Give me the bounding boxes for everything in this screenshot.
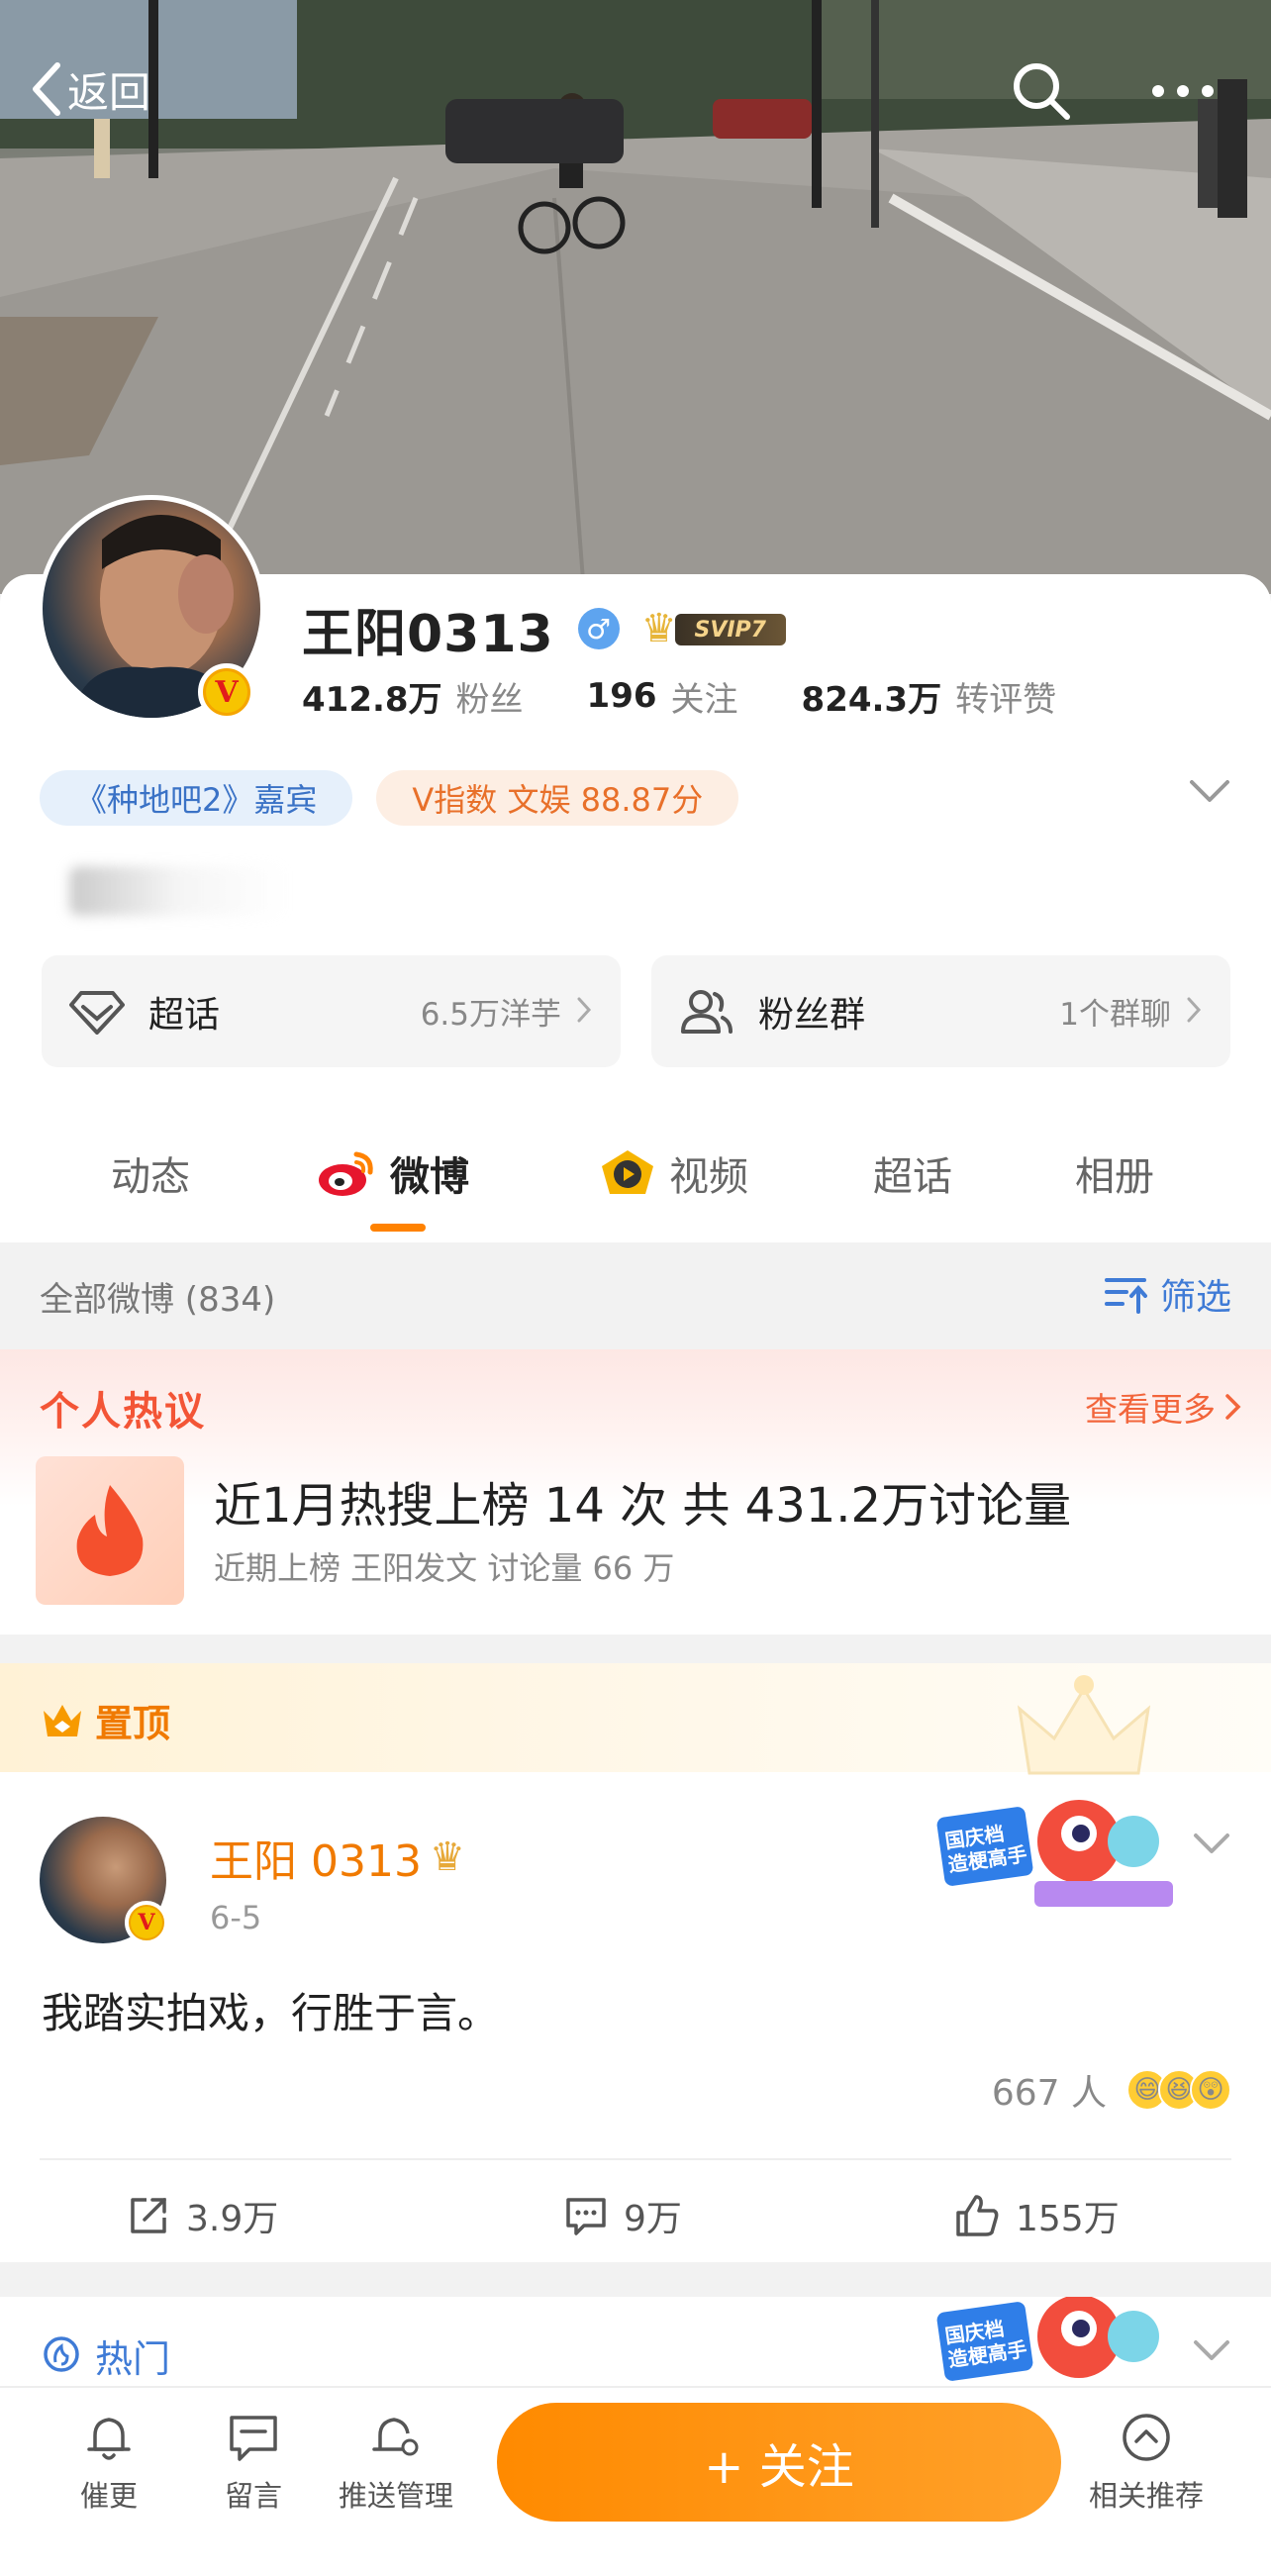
post-menu-chevron-icon[interactable] bbox=[1192, 1830, 1231, 1857]
filter-icon bbox=[1104, 1278, 1147, 1314]
back-label: 返回 bbox=[67, 67, 151, 117]
stat-interactions[interactable]: 824.3万 转评赞 bbox=[802, 672, 1057, 721]
chevron-down-icon[interactable] bbox=[1188, 776, 1231, 806]
remind-update-button[interactable]: 催更 bbox=[40, 2410, 178, 2515]
message-button[interactable]: 留言 bbox=[184, 2410, 323, 2515]
pin-crown-icon bbox=[44, 1704, 81, 1736]
pinned-post[interactable]: 置顶 V 王阳 0313 ♛ 6-5 国庆档 造梗高手 我踏实拍戏，行胜于言。 … bbox=[0, 1663, 1271, 2262]
pinned-banner: 置顶 bbox=[0, 1663, 1271, 1775]
bell-settings-icon bbox=[372, 2418, 419, 2456]
tab-video[interactable]: 视频 bbox=[598, 1104, 748, 1242]
bottom-action-bar: 催更 留言 推送管理 + 关注 相关推荐 bbox=[0, 2386, 1271, 2576]
active-tab-indicator bbox=[370, 1224, 426, 1232]
profile-name-row: 王阳0313 ♂ ♛ SVIP7 bbox=[302, 594, 788, 664]
message-icon bbox=[230, 2416, 277, 2461]
post-divider bbox=[40, 2158, 1231, 2160]
chevron-right-icon bbox=[1187, 997, 1202, 1023]
festival-badge[interactable]: 国庆档 造梗高手 bbox=[930, 1772, 1188, 1931]
profile-tags: 《种地吧2》嘉宾 V指数 文娱 88.87分 bbox=[40, 770, 762, 826]
verified-badge: V bbox=[198, 663, 255, 721]
entry-cards: 超话 6.5万洋芋 粉丝群 1个群聊 bbox=[42, 955, 1261, 1067]
chevron-left-icon bbox=[33, 62, 60, 116]
hot-flame-icon bbox=[36, 1456, 184, 1605]
more-button[interactable] bbox=[1138, 51, 1227, 131]
tab-weibo[interactable]: 微博 bbox=[317, 1104, 469, 1242]
more-dots-icon bbox=[1152, 85, 1214, 97]
thumbs-up-icon bbox=[956, 2195, 999, 2236]
video-play-icon bbox=[602, 1150, 653, 1194]
hot-posts-section[interactable]: 热门 国庆档 造梗高手 bbox=[0, 2297, 1271, 2396]
hot-subtext: 近期上榜 王阳发文 讨论量 66 万 bbox=[214, 1549, 675, 1587]
feed-header: 全部微博 (834) 筛选 bbox=[0, 1242, 1271, 1349]
post-content: 我踏实拍戏，行胜于言。 bbox=[42, 1989, 500, 2037]
stat-followers[interactable]: 412.8万 粉丝 bbox=[302, 672, 524, 721]
show-guest-tag[interactable]: 《种地吧2》嘉宾 bbox=[40, 770, 353, 826]
hot-posts-label: 热门 bbox=[40, 2328, 170, 2383]
bell-icon bbox=[87, 2418, 131, 2460]
tab-dynamics[interactable]: 动态 bbox=[111, 1104, 190, 1242]
follow-button[interactable]: + 关注 bbox=[497, 2403, 1061, 2522]
blurred-bio bbox=[69, 866, 287, 916]
pinned-label: 置顶 bbox=[40, 1693, 170, 1747]
crown-watermark-icon bbox=[1017, 1675, 1151, 1775]
profile-name: 王阳0313 bbox=[302, 604, 554, 664]
post-author-name[interactable]: 王阳 0313 ♛ bbox=[210, 1826, 465, 1889]
profile-stats: 412.8万 粉丝 196 关注 824.3万 转评赞 bbox=[302, 668, 1120, 724]
male-gender-icon: ♂ bbox=[577, 608, 620, 649]
search-icon bbox=[1014, 63, 1070, 120]
chevron-down-icon[interactable] bbox=[1192, 2336, 1231, 2364]
like-button[interactable]: 155万 bbox=[954, 2176, 1120, 2255]
hot-discussion-card[interactable]: 个人热议 查看更多 近1月热搜上榜 14 次 共 431.2万讨论量 近期上榜 … bbox=[0, 1349, 1271, 1635]
post-date: 6-5 bbox=[210, 1899, 262, 1936]
profile-tabs: 动态 微博 视频 超话 相册 bbox=[0, 1104, 1271, 1242]
surprised-emoji-icon: 😲 bbox=[1190, 2069, 1231, 2111]
comment-button[interactable]: 9万 bbox=[564, 2176, 682, 2255]
chevron-right-icon bbox=[1225, 1394, 1241, 1420]
post-verified-badge: V bbox=[125, 1901, 168, 1944]
search-button[interactable] bbox=[1002, 51, 1081, 131]
related-recommend-button[interactable]: 相关推荐 bbox=[1077, 2410, 1216, 2515]
comment-icon bbox=[566, 2198, 606, 2235]
stat-following[interactable]: 196 关注 bbox=[587, 672, 738, 721]
flame-icon bbox=[76, 1485, 144, 1576]
v-index-tag[interactable]: V指数 文娱 88.87分 bbox=[376, 770, 739, 826]
back-button[interactable]: 返回 bbox=[28, 50, 150, 129]
reactions-summary[interactable]: 667 人 😄 😆 😲 bbox=[992, 2064, 1231, 2116]
hot-location-icon bbox=[44, 2335, 79, 2372]
member-crown-icon: ♛ bbox=[429, 1834, 465, 1880]
share-icon bbox=[131, 2198, 166, 2233]
filter-button[interactable]: 筛选 bbox=[1104, 1268, 1231, 1320]
chevron-right-icon bbox=[577, 997, 592, 1023]
chevron-up-circle-icon bbox=[1123, 2414, 1170, 2461]
push-settings-button[interactable]: 推送管理 bbox=[327, 2410, 465, 2515]
group-icon bbox=[681, 989, 733, 1034]
post-count: 全部微博 (834) bbox=[40, 1280, 276, 1320]
supertopic-card[interactable]: 超话 6.5万洋芋 bbox=[42, 955, 621, 1067]
hot-strip-festival-badge[interactable]: 国庆档 造梗高手 bbox=[930, 2297, 1188, 2396]
view-more-link[interactable]: 查看更多 bbox=[1085, 1383, 1243, 1431]
fan-group-card[interactable]: 粉丝群 1个群聊 bbox=[651, 955, 1230, 1067]
repost-button[interactable]: 3.9万 bbox=[127, 2176, 278, 2255]
svip-label: SVIP7 bbox=[674, 614, 786, 645]
diamond-icon bbox=[69, 990, 125, 1035]
tab-album[interactable]: 相册 bbox=[1075, 1104, 1154, 1242]
weibo-logo-icon bbox=[319, 1151, 373, 1196]
crown-icon: ♛ bbox=[640, 606, 677, 651]
hot-discussion-title: 个人热议 bbox=[40, 1389, 206, 1435]
svip-badge[interactable]: ♛ SVIP7 bbox=[641, 606, 788, 651]
tab-supertopic[interactable]: 超话 bbox=[873, 1104, 952, 1242]
hot-summary: 近1月热搜上榜 14 次 共 431.2万讨论量 bbox=[214, 1478, 1072, 1534]
